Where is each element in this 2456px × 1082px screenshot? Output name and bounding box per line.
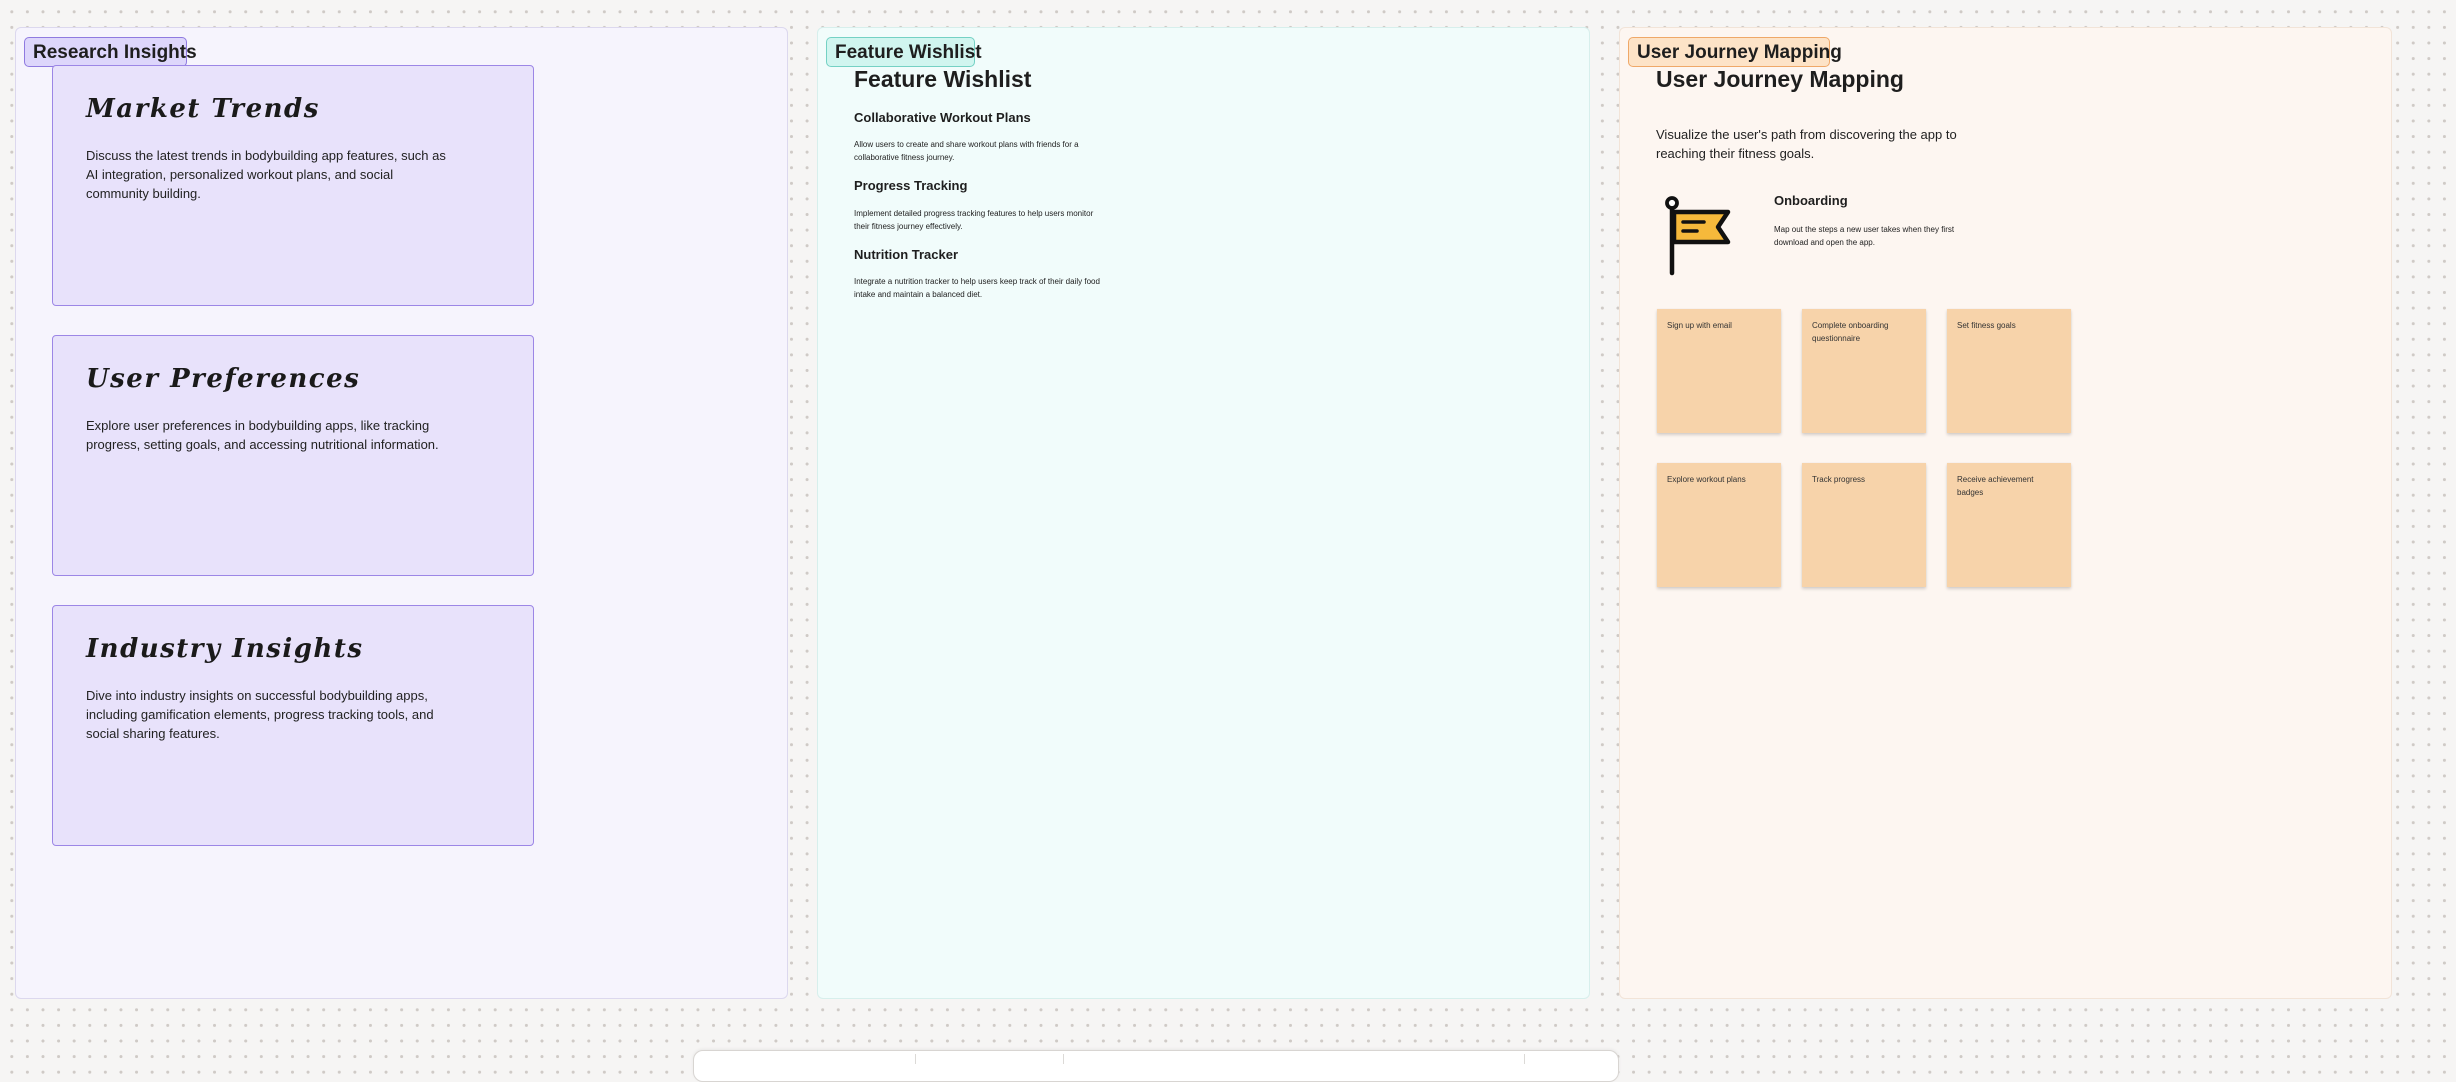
toolbar-divider — [915, 1054, 916, 1064]
sticky-note-track-progress[interactable]: Track progress — [1802, 463, 1926, 587]
feature-wishlist-label[interactable]: Feature Wishlist — [826, 37, 982, 67]
feature-desc-nutrition-tracker: Integrate a nutrition tracker to help us… — [854, 277, 1100, 299]
onboarding-desc: Map out the steps a new user takes when … — [1774, 225, 1955, 247]
card-body: Dive into industry insights on successfu… — [86, 688, 434, 741]
feature-wishlist-heading: Feature Wishlist — [854, 66, 1032, 92]
feature-wishlist-section[interactable] — [817, 27, 1590, 999]
card-user-preferences[interactable]: User Preferences Explore user preference… — [52, 335, 534, 576]
onboarding-title: Onboarding — [1774, 193, 1848, 208]
bottom-toolbar[interactable] — [693, 1050, 1619, 1082]
feature-desc-progress-tracking: Implement detailed progress tracking fea… — [854, 209, 1094, 231]
sticky-note-achievement-badges[interactable]: Receive achievement badges — [1947, 463, 2071, 587]
sticky-note-set-goals[interactable]: Set fitness goals — [1947, 309, 2071, 433]
card-market-trends[interactable]: Market Trends Discuss the latest trends … — [52, 65, 534, 306]
sticky-note-onboarding-questionnaire[interactable]: Complete onboarding questionnaire — [1802, 309, 1926, 433]
user-journey-heading: User Journey Mapping — [1656, 66, 1904, 92]
sticky-note-sign-up[interactable]: Sign up with email — [1657, 309, 1781, 433]
card-body: Discuss the latest trends in bodybuildin… — [86, 148, 446, 201]
card-body: Explore user preferences in bodybuilding… — [86, 418, 439, 452]
feature-desc-collaborative-workout-plans: Allow users to create and share workout … — [854, 140, 1079, 162]
research-insights-label[interactable]: Research Insights — [24, 37, 197, 67]
sticky-note-explore-workouts[interactable]: Explore workout plans — [1657, 463, 1781, 587]
user-journey-intro: Visualize the user's path from discoveri… — [1656, 127, 1957, 161]
toolbar-divider — [1063, 1054, 1064, 1064]
feature-title-nutrition-tracker: Nutrition Tracker — [854, 247, 959, 262]
feature-title-progress-tracking: Progress Tracking — [854, 178, 968, 193]
card-title: User Preferences — [86, 364, 361, 394]
toolbar-divider — [1524, 1054, 1525, 1064]
user-journey-label[interactable]: User Journey Mapping — [1628, 37, 1842, 67]
feature-title-collaborative-workout-plans: Collaborative Workout Plans — [854, 110, 1031, 125]
card-title: Market Trends — [86, 94, 320, 124]
flag-icon — [1664, 194, 1736, 276]
card-industry-insights[interactable]: Industry Insights Dive into industry ins… — [52, 605, 534, 846]
card-title: Industry Insights — [86, 634, 364, 664]
